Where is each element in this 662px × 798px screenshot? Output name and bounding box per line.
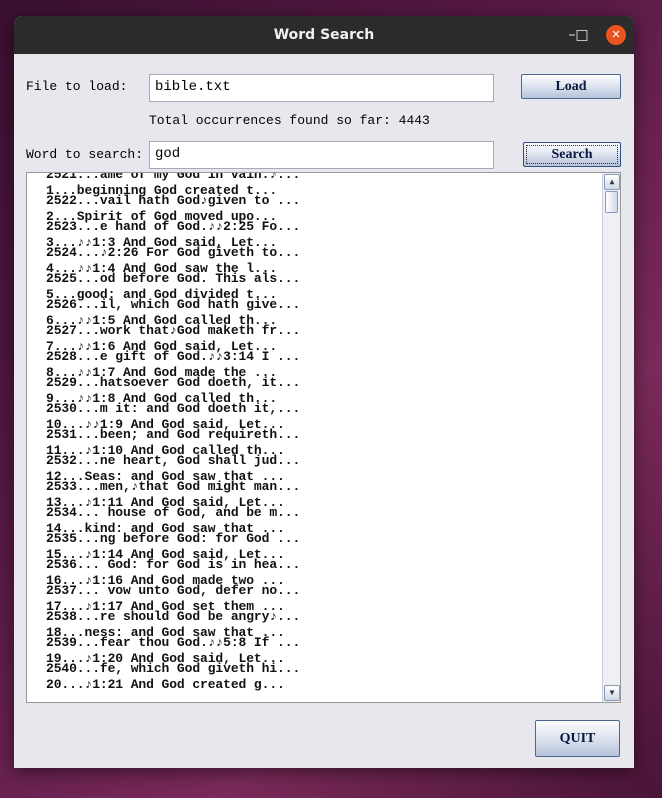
result-line: 10...♪♪1:9 And God said, Let...: [46, 417, 285, 432]
result-line: 2521...ame of my God in vain.♪...: [46, 172, 301, 182]
result-line: 1...beginning God created t...: [46, 183, 278, 198]
results-text-area[interactable]: 2521...ame of my God in vain.♪... 2522...…: [26, 172, 621, 703]
result-line: 8...♪♪1:7 And God made the ...: [46, 365, 278, 380]
load-button[interactable]: Load: [521, 74, 621, 99]
result-line: 3...♪♪1:3 And God said, Let...: [46, 235, 278, 250]
search-label: Word to search:: [26, 147, 144, 162]
scroll-down-icon[interactable]: ▼: [604, 685, 620, 701]
result-line: 17...♪1:17 And God set them ...: [46, 599, 285, 614]
maximize-icon[interactable]: □: [572, 25, 592, 45]
window-title: Word Search: [273, 27, 375, 43]
result-line: 14...kind: and God saw that ...: [46, 521, 285, 536]
result-line: 20...♪1:21 And God created g...: [46, 677, 285, 692]
quit-button[interactable]: QUIT: [535, 720, 620, 757]
file-label: File to load:: [26, 79, 128, 94]
result-line: 18...ness: and God saw that ...: [46, 625, 285, 640]
vertical-scrollbar[interactable]: ▲ ▼: [602, 173, 620, 702]
result-line: 19...♪1:20 And God said, Let...: [46, 651, 285, 666]
result-line: 11...♪1:10 And God called th...: [46, 443, 285, 458]
scroll-up-icon[interactable]: ▲: [604, 174, 620, 190]
result-line: 6...♪♪1:5 And God called th...: [46, 313, 278, 328]
search-button[interactable]: Search: [523, 142, 621, 167]
close-icon[interactable]: ✕: [606, 25, 626, 45]
result-line: 15...♪1:14 And God said, Let...: [46, 547, 285, 562]
result-line: 13...♪1:11 And God said, Let...: [46, 495, 285, 510]
result-line: 16...♪1:16 And God made two ...: [46, 573, 285, 588]
occurrences-status: Total occurrences found so far: 4443: [149, 113, 430, 128]
result-line: 7...♪♪1:6 And God said, Let...: [46, 339, 278, 354]
result-line: 12...Seas: and God saw that ...: [46, 469, 285, 484]
result-line: 4...♪♪1:4 And God saw the l...: [46, 261, 278, 276]
result-line: 2...Spirit of God moved upo...: [46, 209, 278, 224]
result-line: 9...♪♪1:8 And God called th...: [46, 391, 278, 406]
result-line: 5...good: and God divided t...: [46, 287, 278, 302]
file-input[interactable]: bible.txt: [149, 74, 494, 102]
scrollbar-thumb[interactable]: [605, 191, 618, 213]
title-bar: Word Search – □ ✕: [14, 16, 634, 54]
search-input[interactable]: god: [149, 141, 494, 169]
word-search-window: Word Search – □ ✕ File to load: bible.tx…: [14, 16, 634, 768]
